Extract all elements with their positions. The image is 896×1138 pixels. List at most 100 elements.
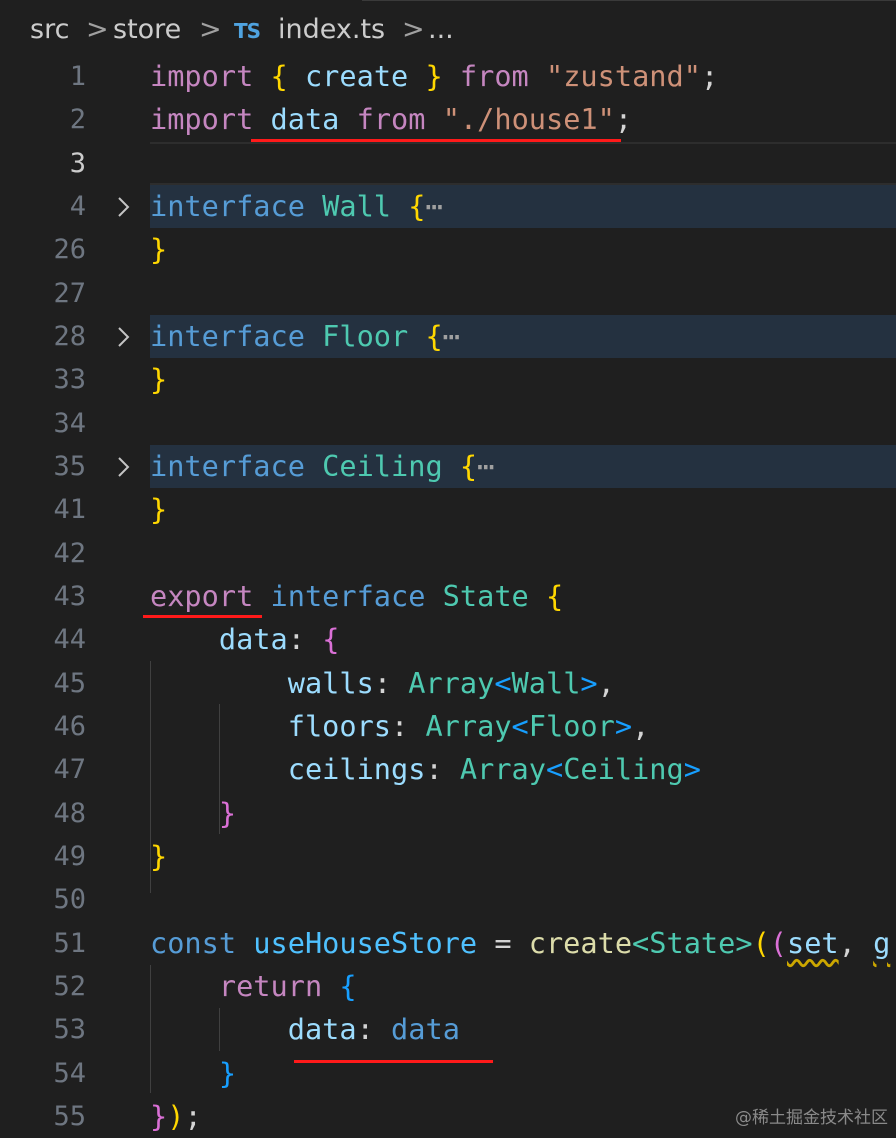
line-number: 54: [53, 1057, 86, 1089]
brace: }: [425, 59, 443, 93]
watermark: @稀土掘金技术社区: [735, 1108, 888, 1128]
code-line[interactable]: 52 return {: [0, 965, 896, 1008]
keyword: import: [150, 59, 254, 93]
code-line[interactable]: 42: [0, 532, 896, 575]
bracket: <: [632, 925, 650, 960]
punctuation: :: [391, 709, 409, 743]
paren: (: [752, 925, 770, 960]
code-line[interactable]: 26 }: [0, 228, 896, 271]
breadcrumb-store[interactable]: store: [113, 14, 181, 45]
type-name: Ceiling: [563, 752, 684, 787]
line-number: 3: [69, 147, 86, 179]
fold-chevron-icon[interactable]: [113, 196, 133, 218]
bracket: <: [511, 709, 529, 743]
brace: }: [150, 362, 168, 397]
code-line-folded[interactable]: 4 interface Wall {⋯: [0, 185, 896, 229]
type-name: State: [649, 925, 736, 960]
keyword: import: [150, 102, 254, 137]
line-number: 28: [53, 321, 86, 352]
line-number: 45: [53, 667, 86, 699]
code-line[interactable]: 49 }: [0, 835, 896, 878]
brace: {: [339, 969, 357, 1003]
type-name: Wall: [322, 189, 392, 223]
code-line[interactable]: 54 }: [0, 1052, 896, 1095]
code-line[interactable]: 34: [0, 402, 896, 445]
type-name: Wall: [511, 665, 581, 700]
brace: }: [218, 1055, 237, 1090]
code-line[interactable]: 46 floors: Array<Floor>,: [0, 705, 896, 748]
brace: {: [459, 449, 478, 483]
brace: }: [150, 839, 168, 873]
line-number: 34: [53, 407, 86, 439]
punctuation: ,: [838, 925, 856, 960]
chevron-right-icon: >: [199, 14, 222, 45]
keyword: return: [218, 969, 323, 1003]
code-line-current[interactable]: 3: [0, 141, 896, 185]
typescript-file-icon: TS: [234, 19, 261, 43]
fold-chevron-icon[interactable]: [113, 456, 133, 478]
code-line[interactable]: 48 }: [0, 792, 896, 835]
line-number: 47: [53, 754, 86, 786]
line-number: 27: [53, 277, 86, 309]
code-line[interactable]: 50: [0, 878, 896, 921]
chevron-right-icon: >: [402, 14, 425, 45]
red-annotation-underline: [251, 139, 621, 142]
keyword: from: [459, 59, 529, 93]
code-line-folded[interactable]: 28 interface Floor {⋯: [0, 315, 896, 359]
keyword: interface: [270, 579, 426, 613]
parameter: g: [873, 925, 891, 960]
keyword: interface: [150, 449, 305, 483]
line-number: 43: [53, 581, 86, 612]
code-line[interactable]: 53 data: data: [0, 1008, 896, 1051]
keyword: export: [150, 579, 254, 613]
punctuation: :: [287, 622, 305, 657]
brace: {: [408, 189, 426, 223]
bracket: >: [580, 665, 598, 700]
code-line[interactable]: 45 walls: Array<Wall>,: [0, 662, 896, 705]
code-line[interactable]: 43 export interface State {: [0, 575, 896, 618]
code-line[interactable]: 1 import { create } from "zustand";: [0, 55, 896, 98]
keyword: const: [150, 925, 237, 960]
type-name: Array: [425, 709, 512, 743]
breadcrumb-file[interactable]: index.ts: [278, 14, 385, 45]
keyword: interface: [150, 189, 305, 223]
line-number: 26: [53, 234, 86, 266]
punctuation: ;: [184, 1099, 202, 1133]
punctuation: :: [373, 665, 392, 700]
breadcrumb: src > store > TS index.ts > ...: [0, 0, 896, 60]
line-number: 52: [53, 971, 86, 1002]
brace: }: [150, 1099, 168, 1133]
folded-ellipsis[interactable]: ⋯: [443, 319, 460, 353]
type-name: Ceiling: [322, 449, 443, 483]
type-name: Array: [408, 665, 495, 700]
line-number: 55: [53, 1101, 86, 1132]
folded-ellipsis[interactable]: ⋯: [477, 449, 494, 483]
bracket: <: [494, 665, 512, 700]
chevron-right-icon: >: [86, 14, 109, 45]
code-line[interactable]: 41 }: [0, 488, 896, 531]
brace: {: [270, 59, 288, 93]
breadcrumb-more[interactable]: ...: [428, 14, 454, 45]
folded-ellipsis[interactable]: ⋯: [425, 189, 442, 223]
code-line[interactable]: 44 data: {: [0, 618, 896, 661]
identifier: useHouseStore: [253, 925, 478, 960]
red-annotation-underline: [143, 615, 262, 618]
line-number: 53: [53, 1014, 86, 1046]
line-number: 4: [69, 191, 86, 222]
identifier: data: [391, 1012, 460, 1047]
line-number: 51: [53, 927, 86, 959]
brace: }: [218, 795, 237, 830]
code-line[interactable]: 33 }: [0, 358, 896, 401]
breadcrumb-src[interactable]: src: [30, 14, 69, 45]
line-number: 48: [53, 797, 86, 829]
code-line[interactable]: 47 ceilings: Array<Ceiling>: [0, 748, 896, 791]
code-line-folded[interactable]: 35 interface Ceiling {⋯: [0, 445, 896, 489]
code-line[interactable]: 27: [0, 272, 896, 315]
code-line[interactable]: 51 const useHouseStore = create<State>((…: [0, 922, 896, 965]
tab-divider: [362, 0, 896, 1]
code-editor[interactable]: 1 import { create } from "zustand"; 2 im…: [0, 55, 896, 1138]
fold-chevron-icon[interactable]: [113, 326, 133, 348]
line-number: 2: [69, 104, 86, 136]
code-line[interactable]: 2 import data from "./house1";: [0, 98, 896, 141]
brace: {: [545, 579, 564, 613]
